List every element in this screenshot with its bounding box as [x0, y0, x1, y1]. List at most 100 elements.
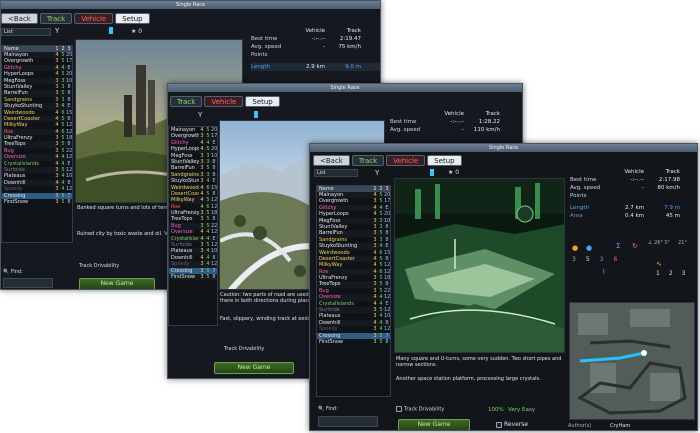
filter-icon[interactable]: Y — [198, 111, 202, 119]
tabbar: <Back Track Vehicle Setup — [313, 155, 462, 166]
drivability-value: 100% — [488, 407, 504, 413]
author-name: CryHam — [610, 423, 631, 429]
area-label: Area — [570, 213, 583, 219]
slider-icon[interactable] — [254, 111, 258, 118]
list-mode-select[interactable]: List — [314, 169, 358, 177]
new-game-button[interactable]: New Game — [214, 362, 294, 374]
find-label: 🔍 Find: — [318, 406, 338, 412]
filter-icon[interactable]: Y — [375, 169, 379, 177]
drivability-label: Track Drivability — [224, 346, 265, 352]
track-best-time: 1:28.22 — [478, 119, 500, 125]
length-label: Length — [251, 64, 270, 70]
track-preview-image — [394, 178, 565, 353]
reverse-checkbox[interactable]: Reverse — [496, 421, 528, 428]
slider-icon[interactable] — [109, 27, 113, 34]
pipe-icon: ∿ — [656, 260, 662, 268]
water-icon: ● — [586, 244, 593, 252]
bank-value: 3 — [664, 240, 668, 246]
track-stat: 8 — [212, 273, 216, 280]
avg-speed-label: Avg. speed — [570, 185, 601, 191]
tabbar: <Back Track Vehicle Setup — [1, 13, 150, 24]
drivability-text: Very Easy — [508, 407, 535, 413]
list-mode-select[interactable]: List — [1, 28, 51, 36]
back-tab[interactable]: <Back — [313, 155, 350, 166]
tab-vehicle[interactable]: Vehicle — [386, 155, 426, 166]
jumps-icon: Σ — [616, 242, 621, 250]
favorite-star-icon[interactable]: ★ 0 — [131, 28, 142, 35]
filter-icon[interactable]: Y — [55, 27, 59, 35]
tab-vehicle[interactable]: Vehicle — [204, 96, 244, 107]
track-list[interactable]: Name 1 2 3 Mainayon 4 5 20 Overgrowth 3 5 17 Glitchy… — [1, 45, 73, 243]
tab-setup[interactable]: Setup — [427, 155, 462, 166]
track-best-time: 2:17.98 — [658, 177, 680, 183]
track-stat: 8 — [67, 198, 71, 205]
track-row[interactable]: FirstSnow 3 5 8 — [2, 199, 72, 205]
attr-value-1: 3 — [572, 256, 576, 263]
angle-icon: 21° — [678, 240, 687, 246]
col-track: Track — [485, 111, 500, 117]
attr-value-2: 5 — [585, 256, 590, 263]
track-best-time: 2:19.47 — [339, 36, 361, 42]
vehicle-avg-speed: - — [323, 44, 325, 50]
incline-value: 26 — [654, 240, 661, 246]
track-width: 9.0 m — [345, 64, 361, 70]
track-height: 45 m — [665, 213, 680, 219]
track-list[interactable]: Name 1 2 3 Mainayon 4 5 20 Overgrowth 3 5 17 Glitchy… — [316, 185, 391, 397]
angle-value: 21 — [678, 240, 685, 246]
new-game-button[interactable]: New Game — [398, 419, 470, 430]
author-label: Author(s) — [568, 423, 592, 429]
drivability-icon — [396, 406, 402, 412]
track-minimap — [569, 302, 695, 420]
slider-icon[interactable] — [430, 169, 434, 176]
track-list[interactable]: Mainayon 4 5 20 Overgrowth 3 5 17 Glitchy 4 4 E Hype… — [168, 126, 218, 326]
track-width: 7.9 m — [664, 205, 680, 211]
track-attributes: ● ● Σ ↻ ∠ 26° 3° 21° 3 5 3 6 1 2 3 ⌇ ∿ — [572, 240, 696, 298]
tab-setup[interactable]: Setup — [245, 96, 280, 107]
incline-icon: ∠ 26° — [648, 240, 663, 246]
track-avg-speed: 110 km/h — [473, 127, 500, 133]
attr-value-3: 3 — [599, 256, 604, 263]
window-title: Single Race — [310, 144, 697, 152]
favorite-star-icon[interactable]: ★ 0 — [448, 169, 459, 176]
track-row[interactable]: FirstSnow 3 5 8 — [169, 273, 217, 281]
col-track: Track — [665, 169, 680, 175]
preview-space-station — [395, 179, 564, 352]
track-name: FirstSnow — [319, 338, 344, 345]
points-label: Points — [570, 193, 587, 199]
tab-setup[interactable]: Setup — [115, 13, 150, 24]
tab-track[interactable]: Track — [170, 96, 203, 107]
tab-track[interactable]: Track — [39, 13, 73, 24]
find-input[interactable] — [3, 278, 53, 288]
fav-count: 0 — [455, 169, 460, 176]
tabbar: Track Vehicle Setup — [170, 96, 280, 107]
reverse-label: Reverse — [504, 421, 529, 428]
attr-value-6: 2 — [668, 270, 673, 277]
list-mode-label: List — [317, 170, 326, 176]
vehicle-best-time: -:--.-- — [450, 119, 464, 125]
avg-speed-label: Avg. speed — [390, 127, 421, 133]
drivability-label: Track Drivability — [79, 263, 120, 269]
track-description: Many square and U-turns, some very sudde… — [396, 356, 562, 368]
points-label: Points — [251, 52, 268, 58]
tab-track[interactable]: Track — [351, 155, 385, 166]
best-time-label: Best time — [390, 119, 417, 125]
track-length: 2.9 km — [305, 64, 325, 70]
track-description-2: Another space station platform, processi… — [396, 376, 541, 382]
find-text: Find: — [325, 406, 338, 412]
vehicle-best-time: -:--.-- — [311, 36, 325, 42]
bank-icon: 3° — [664, 240, 670, 246]
track-row[interactable]: FirstSnow 3 5 8 — [317, 339, 390, 345]
track-avg-speed: 75 km/h — [338, 44, 361, 50]
track-length: 2.7 km — [624, 205, 644, 211]
stats-panel: Vehicle Track Best time -:--.-- 2:19.47 Avg… — [251, 27, 380, 71]
col-vehicle: Vehicle — [624, 169, 644, 175]
new-game-button[interactable]: New Game — [79, 278, 155, 289]
checkbox-icon — [496, 421, 502, 428]
best-time-label: Best time — [570, 177, 597, 183]
vehicle-best-time: -:--.-- — [630, 177, 644, 183]
vehicle-avg-speed: - — [462, 127, 464, 133]
back-tab[interactable]: <Back — [1, 13, 38, 24]
window-title: Single Race — [168, 84, 522, 92]
tab-vehicle[interactable]: Vehicle — [74, 13, 114, 24]
find-input[interactable] — [318, 416, 378, 427]
